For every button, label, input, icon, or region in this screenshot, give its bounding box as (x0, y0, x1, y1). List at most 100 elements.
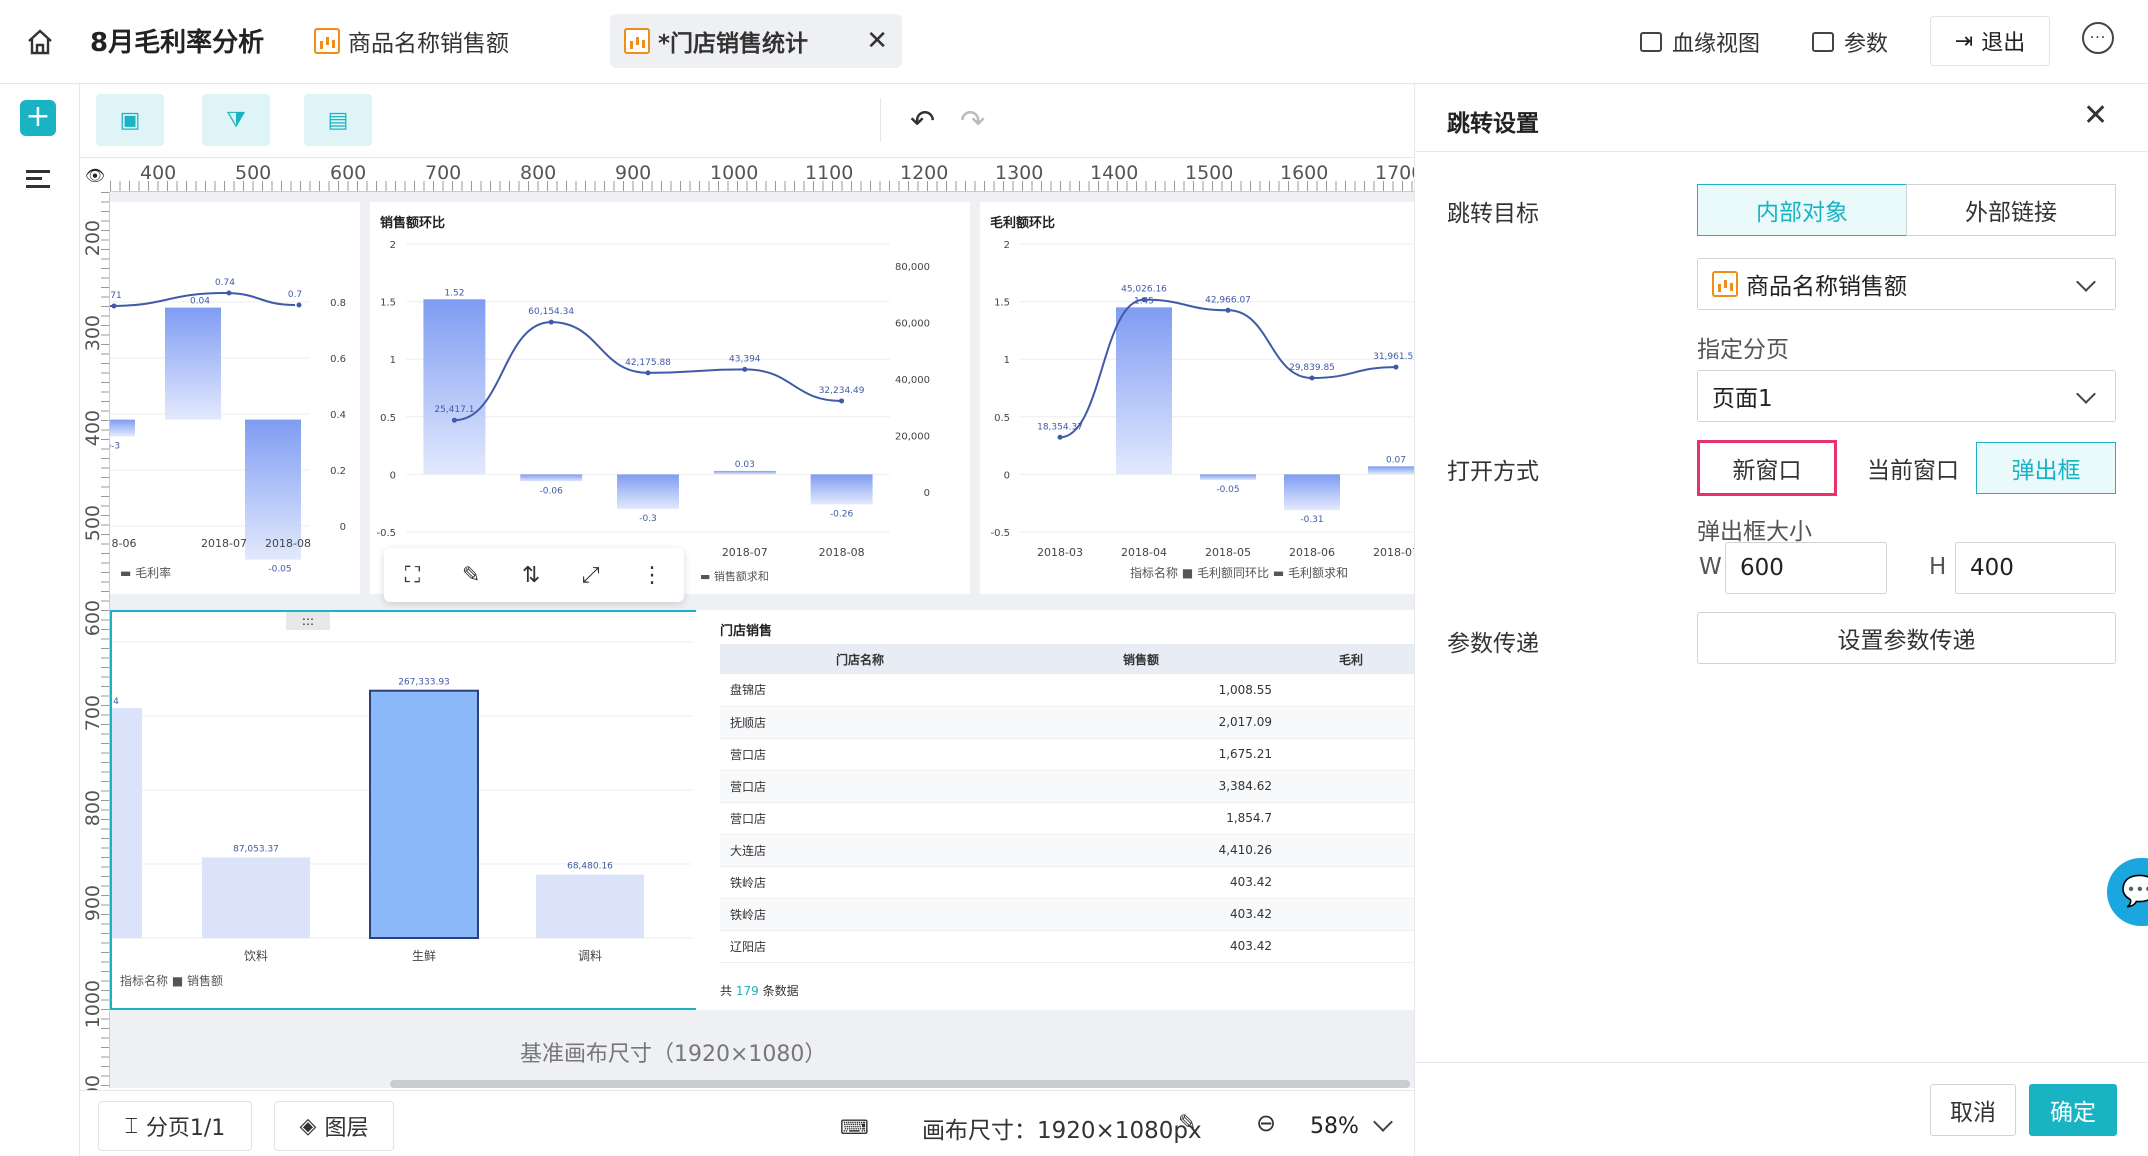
sales-cell: 2,017.09 (1000, 706, 1282, 739)
edit-icon[interactable]: ✎ (462, 563, 480, 588)
table-row[interactable]: 铁岭店 403.42 (720, 866, 1414, 899)
table-row[interactable]: 营口店 3,384.62 (720, 770, 1414, 803)
keyboard-icon[interactable]: ⌨ (840, 1115, 869, 1139)
target-object-select[interactable]: 商品名称销售额 (1697, 258, 2116, 310)
y-tick-label: 0.8 (330, 298, 346, 309)
bar-label: -0.05 (1216, 485, 1239, 495)
target-external-option[interactable]: 外部链接 (1906, 184, 2116, 236)
more-icon[interactable]: ··· (2082, 22, 2114, 54)
pager-button[interactable]: ⌶ 分页1/1 (98, 1101, 252, 1151)
open-current-window-option[interactable]: 当前窗口 (1843, 442, 1983, 494)
popup-height-input[interactable]: 400 (1955, 542, 2116, 594)
bar-label: 0.03 (735, 460, 755, 470)
y-tick-label: 0.4 (330, 410, 346, 421)
bar (1116, 307, 1172, 475)
zoom-out-icon[interactable]: ⊖ (1256, 1109, 1276, 1137)
close-icon[interactable]: ✕ (866, 26, 888, 56)
exit-button[interactable]: ⇥ 退出 (1930, 16, 2050, 66)
sales-mom-chart: 2 1.5 1 0.5 0 -0.5 80,000 60,000 40,000 20,000 0 1.… (376, 240, 930, 583)
line-label: 60,154.34 (528, 307, 574, 317)
home-icon[interactable] (22, 24, 58, 60)
add-table-icon[interactable]: ▤ (304, 94, 372, 146)
store-name-cell: 铁岭店 (720, 898, 1000, 931)
redo-icon[interactable]: ↷ (960, 104, 985, 139)
store-name-cell: 铁岭店 (720, 866, 1000, 899)
horizontal-ruler: 400 500 600 700 800 900 1000 1100 1200 1300 1400 15… (110, 158, 1423, 192)
line-point (1057, 434, 1063, 440)
x-tick-label: 饮料 (244, 949, 268, 963)
table-row[interactable]: 盘锦店 1,008.55 (720, 674, 1414, 707)
legend-category-sales: 指标名称 ■ 销售额 (120, 974, 223, 988)
table-row[interactable]: 抚顺店 2,017.09 (720, 706, 1414, 739)
line-label: 0.74 (215, 278, 235, 288)
store-sales-table-card[interactable]: 门店销售 门店名称 销售额 毛利 盘锦店 1,008.55 抚顺店 2,017.09 营… (696, 610, 1414, 1010)
set-param-pass-button[interactable]: 设置参数传递 (1697, 612, 2116, 664)
line-label: 42,966.07 (1205, 295, 1251, 305)
tab-store-sales[interactable]: *门店销售统计 ✕ (610, 14, 902, 68)
vertical-ruler: 20030040050060070080090010001100 (80, 192, 110, 1123)
table-row[interactable]: 铁岭店 403.42 (720, 898, 1414, 931)
legend-margin-mom: 指标名称 ■ 毛利额同环比 ▬ 毛利额求和 (1130, 566, 1348, 580)
x-tick-label: 2018-07 (1373, 546, 1414, 559)
horizontal-scrollbar[interactable] (390, 1080, 1410, 1088)
left-sidebar: + (0, 84, 80, 1156)
popup-size-label: 弹出框大小 (1697, 519, 1812, 545)
page-select[interactable]: 页面1 (1697, 370, 2116, 422)
x-tick-label: 2018-07 (722, 546, 768, 559)
x-tick-label: 生鲜 (412, 949, 436, 963)
line-point (548, 319, 554, 325)
eye-icon[interactable]: 👁 (80, 158, 110, 192)
y-left-tick: 1 (390, 355, 396, 366)
table-row[interactable]: 大连店 4,410.26 (720, 834, 1414, 867)
x-tick-label: 2018-07 (201, 537, 247, 550)
chart-report-icon (314, 28, 340, 54)
chart-card-sales-mom[interactable]: 销售额环比 2 1.5 1 0.5 0 -0.5 80,000 60,000 40,000 20,… (370, 202, 970, 594)
category-sales-chart: 4 87,053.37 饮料 267,333.93 生鲜 68,480.16 调料 (112, 641, 692, 963)
more-vertical-icon[interactable]: ⋮ (641, 563, 663, 588)
open-new-window-option[interactable]: 新窗口 (1697, 440, 1837, 496)
add-filter-icon[interactable]: ⧩ (202, 94, 270, 146)
chat-assistant-icon[interactable]: 💬 (2107, 858, 2148, 926)
target-internal-option[interactable]: 内部对象 (1697, 184, 1907, 236)
store-name-cell: 盘锦店 (720, 674, 1000, 707)
layers-button[interactable]: ◈ 图层 (274, 1101, 394, 1151)
line-label: 25,417.1 (434, 405, 474, 415)
margin-cell (1282, 866, 1414, 899)
zoom-select[interactable]: 58% (1300, 1101, 1406, 1151)
open-popup-option[interactable]: 弹出框 (1976, 442, 2116, 494)
popup-width-input[interactable]: 600 (1725, 542, 1887, 594)
line-point (451, 417, 457, 423)
bar (369, 689, 479, 940)
undo-icon[interactable]: ↶ (910, 104, 935, 139)
bar (423, 299, 486, 475)
col-header: 销售额 (1000, 644, 1282, 674)
jump-settings-icon[interactable]: ⛶ (405, 563, 420, 588)
drag-handle-icon[interactable]: ::: (286, 612, 330, 630)
top-bar: 8月毛利率分析 商品名称销售额 *门店销售统计 ✕ 血缘视图 参数 ⇥ 退出 ·… (0, 0, 2148, 84)
fullscreen-icon[interactable]: ⤢ (582, 563, 600, 588)
outline-icon[interactable] (26, 170, 50, 188)
add-chart-icon[interactable]: ▣ (96, 94, 164, 146)
bar (1368, 466, 1414, 475)
add-component-icon[interactable]: + (20, 100, 56, 136)
table-row[interactable]: 辽阳店 403.42 (720, 930, 1414, 963)
chart-card-category-sales[interactable]: ::: 4 87,053.37 饮料 267,333.93 生鲜 68,480.16 调料 … (110, 610, 714, 1010)
line-point (839, 398, 845, 404)
chart-card-margin-mom[interactable]: 毛利额环比 21.510.50-0.51.45-0.05-0.310.0718,… (980, 202, 1414, 594)
x-tick-label: 2018-08 (819, 546, 865, 559)
ruler-ticks (101, 192, 109, 1088)
line-point (1309, 375, 1315, 381)
cancel-button[interactable]: 取消 (1930, 1084, 2016, 1136)
edit-size-icon[interactable]: ✎ (1178, 1111, 1196, 1136)
close-icon[interactable]: ✕ (2083, 98, 2108, 133)
y-right-tick: 0 (924, 488, 930, 499)
swap-icon[interactable]: ⇅ (522, 563, 540, 588)
bar-label: -0.05 (268, 565, 291, 575)
confirm-button[interactable]: 确定 (2029, 1084, 2117, 1136)
table-row[interactable]: 营口店 1,675.21 (720, 738, 1414, 771)
tab-product-sales[interactable]: 商品名称销售额 (300, 14, 523, 68)
params-button[interactable]: 参数 (1812, 22, 1888, 62)
chart-card-margin-rate[interactable]: 0.8 0.6 0.4 0.2 0 6e-3 0.04 -0.05 71 0.74 0.7 8-06 2… (100, 202, 360, 594)
lineage-view-button[interactable]: 血缘视图 (1640, 22, 1760, 62)
table-row[interactable]: 营口店 1,854.7 (720, 802, 1414, 835)
